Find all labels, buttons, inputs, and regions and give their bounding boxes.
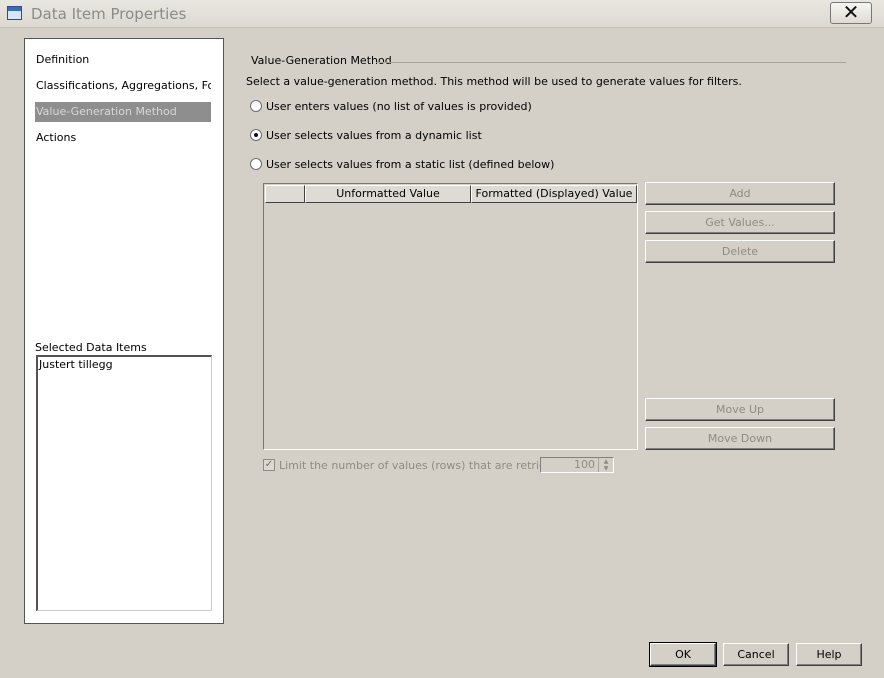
get-values-button[interactable]: Get Values... [645,211,835,234]
description-text: Select a value-generation method. This m… [246,75,742,88]
limit-rows-checkbox[interactable]: ✓ [263,459,275,471]
delete-button[interactable]: Delete [645,240,835,263]
dialog-icon [7,6,22,20]
window-title: Data Item Properties [31,5,187,23]
add-button[interactable]: Add [645,182,835,205]
radio-label: User selects values from a static list (… [266,157,555,171]
nav-item-classifications[interactable]: Classifications, Aggregations, For… [35,76,211,96]
limit-rows-value: 100 [574,458,595,471]
close-button[interactable]: ✕ [830,2,872,24]
nav-item-value-generation[interactable]: Value-Generation Method [35,102,211,122]
radio-dynamic-list[interactable]: User selects values from a dynamic list [250,127,482,143]
grid-header-unformatted[interactable]: Unformatted Value [305,185,471,203]
group-title: Value-Generation Method [251,54,392,67]
selected-data-items-list[interactable]: Justert tillegg [36,355,212,611]
radio-label: User selects values from a dynamic list [266,128,482,142]
move-up-button[interactable]: Move Up [645,398,835,421]
limit-rows-spinner[interactable]: 100 ▲ ▼ [540,457,614,473]
nav-item-actions[interactable]: Actions [35,128,211,148]
radio-user-enters-values[interactable]: User enters values (no list of values is… [250,98,532,114]
radio-button[interactable] [250,158,262,170]
radio-static-list[interactable]: User selects values from a static list (… [250,156,554,172]
spinner-arrows-icon[interactable]: ▲ ▼ [598,458,613,472]
radio-button[interactable] [250,129,262,141]
move-down-button[interactable]: Move Down [645,427,835,450]
selected-data-items-label: Selected Data Items [35,341,147,354]
group-divider [376,62,846,63]
help-button[interactable]: Help [796,643,862,666]
cancel-button[interactable]: Cancel [723,643,789,666]
ok-button[interactable]: OK [650,643,716,666]
grid-header-formatted[interactable]: Formatted (Displayed) Value [471,185,637,203]
static-values-grid[interactable]: Unformatted Value Formatted (Displayed) … [263,183,638,450]
radio-label: User enters values (no list of values is… [266,99,532,113]
limit-rows-label: Limit the number of values (rows) that a… [279,458,570,472]
limit-rows-option[interactable]: ✓ Limit the number of values (rows) that… [263,457,570,473]
grid-header-row-selector[interactable] [265,185,305,203]
grid-header: Unformatted Value Formatted (Displayed) … [265,185,637,203]
nav-panel: Definition Classifications, Aggregations… [24,38,224,624]
radio-button[interactable] [250,100,262,112]
nav-item-definition[interactable]: Definition [35,50,211,70]
list-item[interactable]: Justert tillegg [39,358,210,371]
title-bar: Data Item Properties ✕ [0,0,884,28]
